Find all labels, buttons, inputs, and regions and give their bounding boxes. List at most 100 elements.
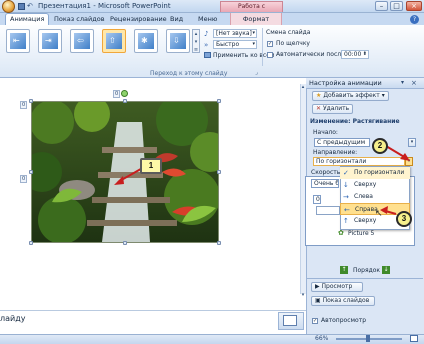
option-label: Сверху [354, 181, 377, 188]
fit-slide-icon[interactable] [410, 335, 418, 342]
resize-handle-ml[interactable] [29, 170, 33, 174]
remove-effect-button[interactable]: ✕ Удалить [312, 104, 354, 114]
apply-all-button[interactable]: Применить ко всем [213, 52, 274, 59]
transition-speed-select[interactable]: Быстро ▾ [213, 40, 257, 49]
preview-label: Просмотр [321, 283, 353, 290]
zoom-slider-thumb[interactable] [366, 335, 370, 342]
animation-list-item-picture[interactable]: Picture 5 [348, 230, 374, 237]
option-label: Сверху [354, 217, 377, 224]
tab-slideshow[interactable]: Показ слайдов [50, 13, 109, 25]
pane-title: Настройка анимации [306, 78, 424, 89]
office-button-icon[interactable] [2, 0, 15, 13]
notes-pane[interactable] [0, 310, 306, 332]
resize-handle-br[interactable] [217, 241, 221, 245]
help-icon[interactable]: ? [410, 15, 419, 24]
notes-text: лайду [0, 314, 26, 323]
transition-sound-select[interactable]: [Нет звука] ▾ [213, 29, 257, 38]
auto-after-checkbox[interactable] [267, 52, 273, 58]
resize-handle-tr[interactable] [217, 99, 221, 103]
resize-handle-bm[interactable] [123, 241, 127, 245]
ribbon-separator [262, 28, 263, 66]
transition-gallery-scroll[interactable]: ▴ ▾ ≡ [192, 29, 200, 53]
tab-menu[interactable]: Меню [194, 13, 221, 25]
arrow-right-icon: → [343, 193, 349, 201]
slideshow-label: Показ слайдов [322, 297, 370, 304]
tab-review[interactable]: Рецензирование [106, 13, 171, 25]
transition-thumb-5[interactable]: ✱ [134, 29, 158, 53]
auto-after-label: Автоматически после: [276, 51, 347, 58]
sound-value: [Нет звука] [216, 30, 252, 37]
autopreview-checkbox[interactable]: ✓ [312, 318, 318, 324]
move-down-icon[interactable]: ↓ [382, 266, 390, 274]
fit-window-icon[interactable] [283, 315, 297, 326]
change-effect-label: Изменение: Растягивание [310, 118, 400, 125]
on-click-checkbox[interactable]: ✓ [267, 41, 273, 47]
reorder-label: Порядок [353, 267, 381, 274]
tab-format[interactable]: Формат [230, 13, 282, 25]
transition-thumb-3[interactable]: ⇦ [70, 29, 94, 53]
transition-thumb-4-selected[interactable]: ⇧ [102, 29, 126, 53]
callout-3: 3 [396, 211, 412, 227]
direction-label: Направление: [313, 149, 358, 156]
tab-view[interactable]: Вид [166, 13, 187, 25]
resize-handle-tm[interactable] [123, 99, 127, 103]
tab-animation[interactable]: Анимация [5, 13, 50, 25]
preview-button[interactable]: ▶ Просмотр [311, 282, 363, 292]
speed-value: Быстро [216, 41, 240, 48]
spin-icon: ⬍ [362, 51, 367, 57]
start-select[interactable]: С предыдущим [314, 138, 370, 147]
transition-thumb-1[interactable]: ⇤ [6, 29, 30, 53]
close-button[interactable]: × [406, 1, 422, 11]
chevron-down-icon: ▾ [252, 41, 255, 47]
add-effect-label: Добавить эффект ▾ [323, 92, 385, 99]
remove-icon: ✕ [316, 105, 322, 112]
dialog-launcher-icon[interactable]: ⌟ [255, 69, 258, 76]
auto-time-value: 00:00 [344, 51, 362, 58]
minimize-button[interactable]: – [375, 1, 388, 11]
slideshow-button[interactable]: ▣ Показ слайдов [311, 296, 375, 306]
transition-thumb-2[interactable]: ⇥ [38, 29, 62, 53]
pane-menu-icon[interactable]: ▾ [401, 79, 404, 86]
animation-list-item-box[interactable] [316, 206, 340, 215]
arrow-down-icon: ↓ [343, 181, 349, 189]
checkmark-icon: ✓ [343, 169, 349, 177]
auto-time-input[interactable]: 00:00 ⬍ [341, 50, 369, 59]
callout-1: 1 [140, 158, 162, 174]
pane-close-icon[interactable]: × [411, 79, 417, 87]
pane-separator [307, 278, 423, 279]
add-effect-button[interactable]: ★ Добавить эффект ▾ [312, 91, 389, 101]
animation-order-tag-mid: 0 [20, 175, 28, 183]
star-icon: ★ [316, 92, 322, 99]
animation-order-tag: 0 [20, 101, 28, 109]
autopreview-label: Автопросмотр [321, 317, 367, 324]
speed-icon: » [204, 41, 209, 49]
ribbon-group-label: Переход к этому слайду [150, 70, 228, 77]
context-tab-group-label: Работа с рисунками [220, 1, 283, 20]
animation-order-tag-top: 0 [113, 90, 121, 98]
callout-2: 2 [372, 138, 388, 154]
animation-list-item-num: 0 [313, 195, 321, 204]
move-up-icon[interactable]: ↑ [340, 266, 348, 274]
resize-handle-bl[interactable] [29, 241, 33, 245]
resize-handle-mr[interactable] [217, 170, 221, 174]
start-label: Начало: [313, 129, 338, 136]
window-title: Презентация1 - Microsoft PowerPoint [38, 2, 171, 10]
picture-anim-icon: ✿ [338, 229, 344, 237]
change-slide-label: Смена слайда [266, 29, 311, 36]
sound-icon: ♪ [204, 30, 209, 38]
rotate-handle[interactable] [121, 90, 128, 97]
apply-all-icon [204, 52, 211, 58]
maximize-button[interactable]: □ [390, 1, 403, 11]
resize-handle-tl[interactable] [29, 99, 33, 103]
arrow-up-icon: ↑ [343, 217, 349, 225]
speed-label: Скорость: [311, 169, 343, 176]
zoom-level[interactable]: 66% [315, 335, 328, 342]
quick-save-icon[interactable] [18, 3, 25, 10]
transition-thumb-6[interactable]: ⇩ [166, 29, 190, 53]
quick-undo-icon[interactable]: ↶ [27, 2, 33, 10]
option-label: Слева [354, 193, 373, 200]
speed-select[interactable]: Очень быс [311, 179, 339, 188]
play-icon: ▶ [315, 283, 320, 290]
slideshow-icon: ▣ [315, 297, 321, 304]
on-click-label: По щелчку [276, 40, 310, 47]
